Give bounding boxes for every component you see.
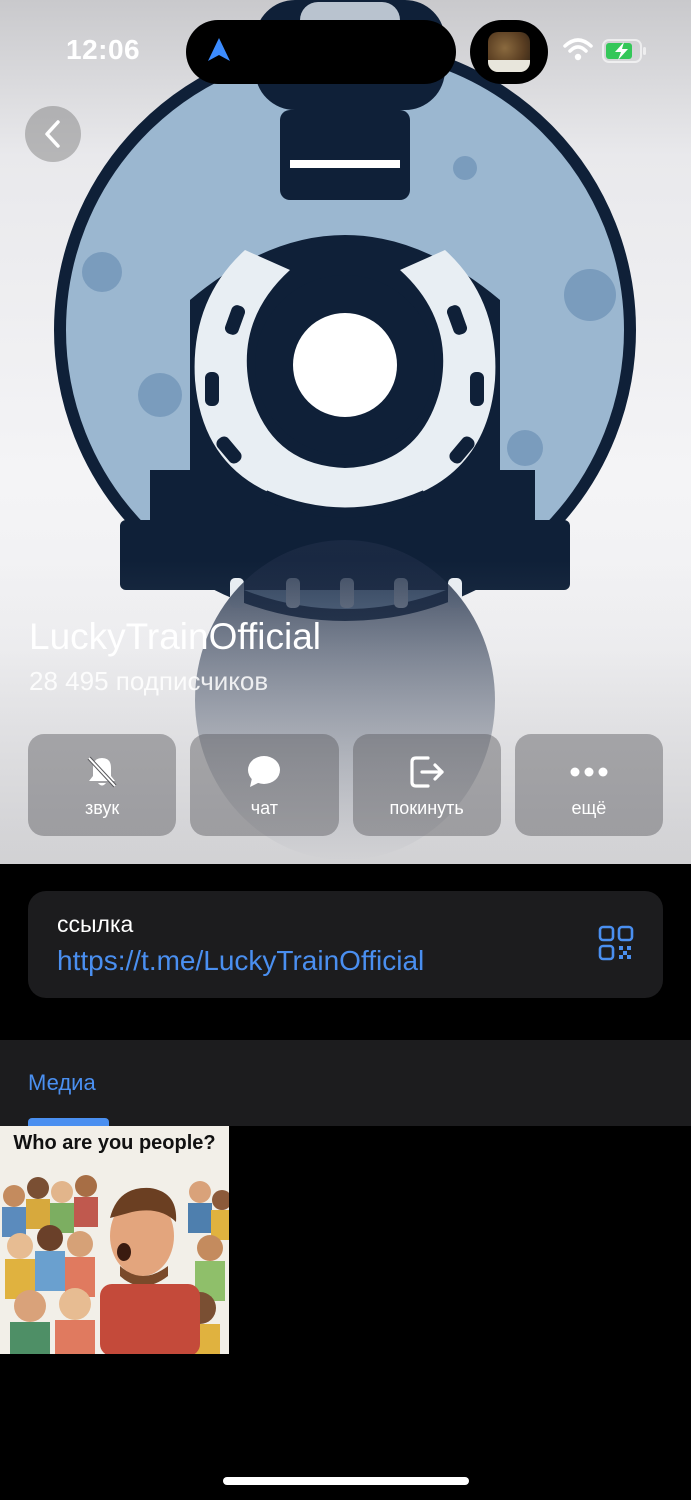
back-button[interactable] [25, 106, 81, 162]
live-activity-app-icon [488, 32, 530, 72]
tab-media[interactable]: Медиа [28, 1070, 96, 1096]
channel-link[interactable]: https://t.me/LuckyTrainOfficial [57, 945, 424, 977]
channel-name: LuckyTrainOfficial [29, 616, 321, 657]
chat-label: чат [250, 797, 278, 818]
more-button[interactable]: ещё [514, 734, 663, 836]
more-label: ещё [571, 797, 607, 818]
bell-slash-icon [84, 752, 120, 792]
chat-button[interactable]: чат [190, 734, 339, 836]
leave-label: покинуть [389, 797, 464, 818]
mute-label: звук [84, 797, 120, 818]
battery-charging-icon [602, 38, 648, 69]
link-card[interactable]: ссылка https://t.me/LuckyTrainOfficial [28, 891, 663, 998]
media-thumbnail[interactable]: Who are you people? [0, 1126, 229, 1354]
chat-bubble-icon [246, 752, 282, 792]
more-dots-icon [569, 752, 609, 792]
mute-button[interactable]: звук [28, 734, 177, 836]
chevron-left-icon [45, 120, 60, 148]
leave-icon [408, 752, 446, 792]
wifi-icon [563, 38, 593, 67]
link-title: ссылка [57, 911, 134, 937]
navigation-arrow-icon [206, 37, 232, 68]
crowd-illustration [2, 1175, 229, 1354]
action-row: звук чат покинуть ещё [28, 734, 663, 836]
media-tab-bar: Медиа [0, 1040, 691, 1126]
status-time: 12:06 [66, 34, 141, 65]
qr-code-icon[interactable] [598, 925, 634, 961]
home-indicator [223, 1477, 469, 1485]
leave-button[interactable]: покинуть [352, 734, 501, 836]
subscriber-count: 28 495 подписчиков [29, 666, 269, 696]
tab-selected-indicator [28, 1118, 109, 1126]
